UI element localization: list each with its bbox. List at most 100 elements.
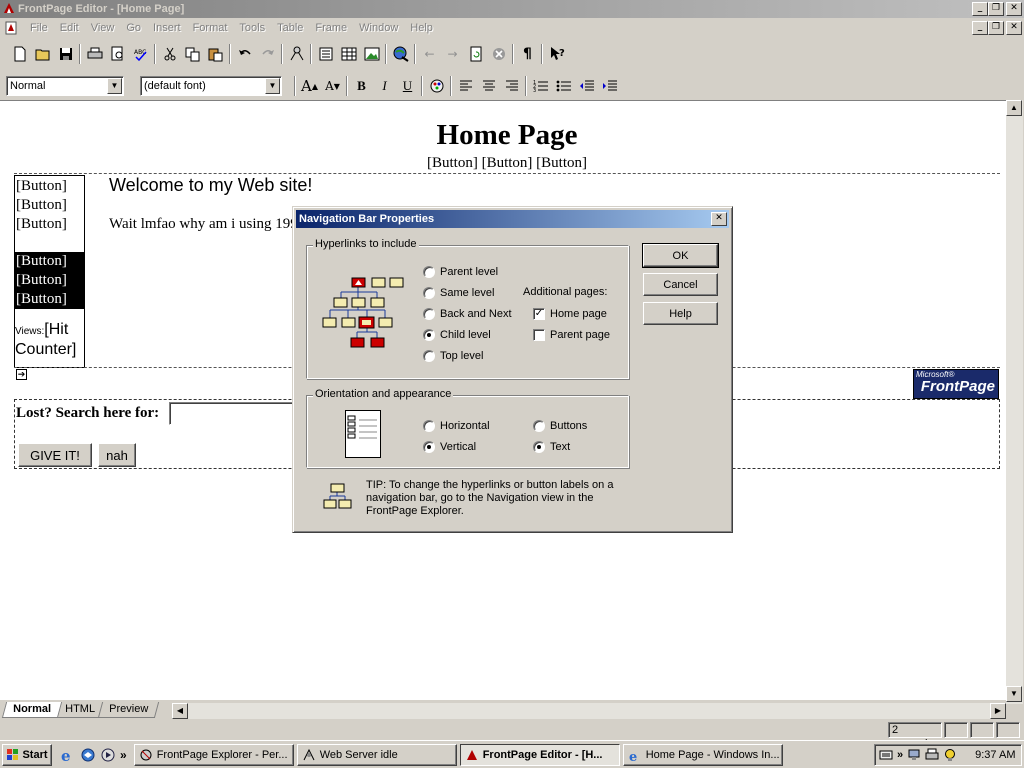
menu-frame[interactable]: Frame <box>309 22 353 34</box>
new-page-icon[interactable] <box>8 43 31 65</box>
internet-explorer-icon[interactable]: e <box>60 747 76 763</box>
radio-circle[interactable] <box>423 420 435 432</box>
checkmark-icon[interactable]: ✓ <box>533 308 545 320</box>
spelling-icon[interactable]: ABC <box>129 43 152 65</box>
tab-normal[interactable]: Normal <box>1 702 63 718</box>
save-icon[interactable] <box>54 43 77 65</box>
task-web-server[interactable]: Web Server idle <box>296 743 457 766</box>
menu-edit[interactable]: Edit <box>54 22 85 34</box>
doc-close-button[interactable]: ✕ <box>1006 21 1022 35</box>
tab-preview[interactable]: Preview <box>97 702 160 718</box>
reset-button[interactable]: nah <box>98 443 136 467</box>
doc-restore-button[interactable]: ❐ <box>988 21 1004 35</box>
align-right-icon[interactable] <box>500 75 523 97</box>
task-frontpage-editor[interactable]: FrontPage Editor - [H... <box>459 743 620 766</box>
left-nav-button[interactable]: [Button] <box>15 196 84 215</box>
stop-icon[interactable] <box>487 43 510 65</box>
radio-same-level[interactable]: Same level <box>423 287 494 299</box>
increase-font-size-icon[interactable]: A ▲ <box>298 75 321 97</box>
italic-button[interactable]: I <box>373 75 396 97</box>
refresh-icon[interactable] <box>464 43 487 65</box>
insert-form-field-icon[interactable] <box>314 43 337 65</box>
task-internet-explorer[interactable]: e Home Page - Windows In... <box>622 743 783 766</box>
chevron-down-icon[interactable]: ▼ <box>265 78 280 94</box>
decrease-font-size-icon[interactable]: A ▼ <box>321 75 344 97</box>
checkbox-box[interactable] <box>533 329 545 341</box>
menu-view[interactable]: View <box>85 22 121 34</box>
undo-icon[interactable] <box>233 43 256 65</box>
radio-buttons[interactable]: Buttons <box>533 420 587 432</box>
scroll-down-icon[interactable]: ▼ <box>1006 686 1022 702</box>
scroll-up-icon[interactable]: ▲ <box>1006 100 1022 116</box>
top-navigation-bar[interactable]: [Button] [Button] [Button] <box>0 155 1006 172</box>
left-nav-button-selected[interactable]: [Button] <box>15 271 85 290</box>
radio-circle-selected[interactable] <box>423 441 435 453</box>
keyboard-icon[interactable] <box>879 749 893 761</box>
quick-launch-chevron[interactable]: » <box>120 748 127 762</box>
open-folder-icon[interactable] <box>31 43 54 65</box>
scroll-right-icon[interactable]: ▶ <box>990 703 1006 719</box>
align-center-icon[interactable] <box>477 75 500 97</box>
ok-button[interactable]: OK <box>642 243 719 268</box>
decrease-indent-icon[interactable] <box>575 75 598 97</box>
menu-tools[interactable]: Tools <box>233 22 271 34</box>
task-frontpage-explorer[interactable]: FrontPage Explorer - Per... <box>133 743 294 766</box>
vertical-scrollbar[interactable]: ▲ ▼ <box>1006 100 1023 704</box>
document-icon[interactable] <box>4 21 18 35</box>
menu-format[interactable]: Format <box>187 22 234 34</box>
restore-button[interactable]: ❐ <box>988 2 1004 16</box>
include-marker-icon[interactable]: ➔ <box>16 369 27 380</box>
submit-button[interactable]: GIVE IT! <box>18 443 92 467</box>
style-combobox[interactable]: Normal ▼ <box>6 76 124 96</box>
menu-help[interactable]: Help <box>404 22 439 34</box>
network-icon[interactable] <box>907 748 921 762</box>
checkbox-home-page[interactable]: ✓ Home page <box>533 308 607 320</box>
scroll-left-icon[interactable]: ◀ <box>172 703 188 719</box>
radio-top-level[interactable]: Top level <box>423 350 483 362</box>
media-player-icon[interactable] <box>100 747 116 763</box>
left-nav-button[interactable]: [Button] <box>15 215 84 234</box>
menu-go[interactable]: Go <box>120 22 147 34</box>
printer-tray-icon[interactable] <box>925 748 939 762</box>
insert-image-icon[interactable] <box>360 43 383 65</box>
show-paragraph-marks-icon[interactable]: ¶ <box>516 43 539 65</box>
print-icon[interactable] <box>83 43 106 65</box>
radio-back-and-next[interactable]: Back and Next <box>423 308 512 320</box>
copy-icon[interactable] <box>181 43 204 65</box>
radio-circle[interactable] <box>423 266 435 278</box>
print-preview-icon[interactable] <box>106 43 129 65</box>
minimize-button[interactable]: _ <box>972 2 988 16</box>
horizontal-scrollbar[interactable]: ◀ ▶ <box>172 703 1006 719</box>
align-left-icon[interactable] <box>454 75 477 97</box>
lightbulb-icon[interactable] <box>943 748 957 762</box>
insert-table-icon[interactable] <box>337 43 360 65</box>
numbered-list-icon[interactable]: 123 <box>529 75 552 97</box>
left-nav-button[interactable]: [Button] <box>15 177 84 196</box>
checkbox-parent-page[interactable]: Parent page <box>533 329 610 341</box>
cancel-button[interactable]: Cancel <box>643 273 718 296</box>
create-hyperlink-icon[interactable] <box>389 43 412 65</box>
close-button[interactable]: ✕ <box>1006 2 1022 16</box>
radio-parent-level[interactable]: Parent level <box>423 266 498 278</box>
text-color-icon[interactable] <box>425 75 448 97</box>
menu-insert[interactable]: Insert <box>147 22 187 34</box>
frontpage-app-icon[interactable] <box>2 1 16 15</box>
radio-circle-selected[interactable] <box>533 441 545 453</box>
bulleted-list-icon[interactable] <box>552 75 575 97</box>
radio-vertical[interactable]: Vertical <box>423 441 476 453</box>
paste-icon[interactable] <box>204 43 227 65</box>
radio-circle[interactable] <box>423 350 435 362</box>
back-arrow-icon[interactable]: ← <box>418 43 441 65</box>
increase-indent-icon[interactable] <box>598 75 621 97</box>
tray-chevron[interactable]: » <box>897 749 903 761</box>
left-nav-button-selected[interactable]: [Button] <box>15 290 67 309</box>
radio-circle[interactable] <box>423 287 435 299</box>
left-nav-button-selected[interactable]: [Button] <box>15 252 85 271</box>
font-combobox[interactable]: (default font) ▼ <box>140 76 282 96</box>
start-button[interactable]: Start <box>2 743 52 766</box>
insert-webbot-icon[interactable] <box>285 43 308 65</box>
doc-minimize-button[interactable]: _ <box>972 21 988 35</box>
menu-window[interactable]: Window <box>353 22 404 34</box>
bold-button[interactable]: B <box>350 75 373 97</box>
menu-table[interactable]: Table <box>271 22 309 34</box>
